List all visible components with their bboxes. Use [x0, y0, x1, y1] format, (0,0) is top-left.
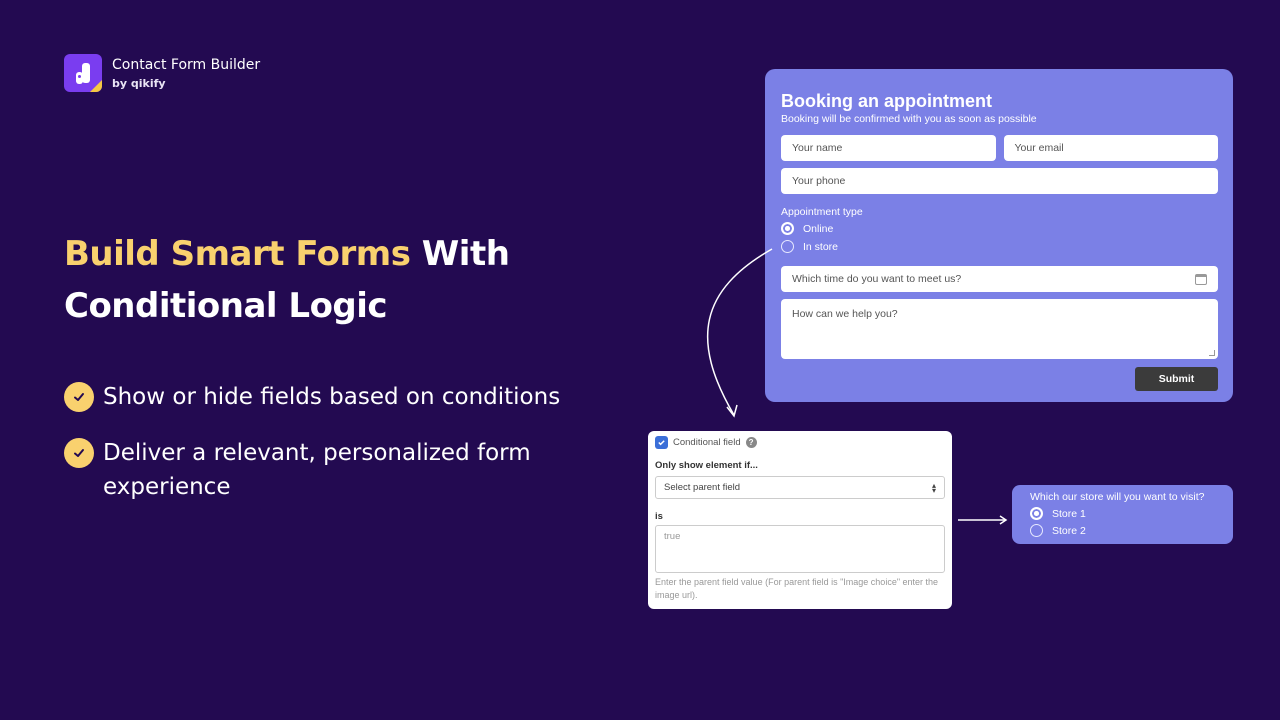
calendar-icon[interactable]	[1195, 273, 1207, 285]
booking-form: Booking an appointment Booking will be c…	[765, 69, 1233, 402]
form-subtitle: Booking will be confirmed with you as so…	[781, 113, 1037, 125]
curved-arrow-icon	[706, 248, 773, 416]
name-input[interactable]: Your name	[781, 135, 996, 161]
radio-unselected-icon[interactable]	[1030, 524, 1043, 537]
radio-store-1[interactable]: Store 1	[1030, 506, 1215, 521]
feature-item: Deliver a relevant, personalized form ex…	[64, 436, 584, 504]
radio-store-2[interactable]: Store 2	[1030, 523, 1215, 538]
headline-accent: Build Smart Forms	[64, 234, 411, 274]
radio-online[interactable]: Online	[781, 221, 1218, 236]
select-updown-icon: ▴ ▾	[931, 480, 936, 495]
phone-input[interactable]: Your phone	[781, 168, 1218, 194]
radio-label: Store 1	[1052, 507, 1086, 520]
radio-label: Online	[803, 222, 834, 235]
message-placeholder: How can we help you?	[792, 308, 898, 320]
brand-name: Contact Form Builder	[112, 56, 261, 73]
brand: Contact Form Builder by qikify	[64, 54, 260, 92]
radio-selected-icon[interactable]	[1030, 507, 1043, 520]
feature-text: Show or hide fields based on conditions	[103, 384, 561, 410]
radio-label: Store 2	[1052, 524, 1086, 537]
radio-selected-icon[interactable]	[781, 222, 794, 235]
arrowhead-icon	[999, 515, 1008, 525]
help-text: Enter the parent field value (For parent…	[655, 577, 939, 600]
headline-rest: With	[410, 234, 510, 274]
conditional-field-label: Conditional field	[673, 437, 741, 448]
parent-field-select[interactable]: Select parent field ▴ ▾	[655, 476, 945, 499]
resize-handle-icon[interactable]	[1209, 350, 1215, 356]
headline-line2: Conditional Logic	[64, 286, 388, 326]
select-value: Select parent field	[664, 482, 741, 493]
condition-label: Only show element if...	[655, 460, 758, 471]
radio-in-store[interactable]: In store	[781, 239, 1218, 254]
arrowhead-icon	[726, 404, 738, 418]
radio-label: In store	[803, 240, 839, 253]
help-icon[interactable]: ?	[745, 437, 757, 448]
feature-item: Show or hide fields based on conditions	[64, 380, 584, 414]
time-input[interactable]: Which time do you want to meet us?	[781, 266, 1218, 292]
headline: Build Smart Forms With Conditional Logic	[64, 228, 510, 332]
conditional-field-checkbox[interactable]	[655, 436, 668, 449]
store-question-popup: Which our store will you want to visit? …	[1012, 485, 1233, 544]
form-title: Booking an appointment	[781, 91, 992, 111]
is-label: is	[655, 511, 663, 522]
time-placeholder: Which time do you want to meet us?	[792, 273, 962, 285]
radio-unselected-icon[interactable]	[781, 240, 794, 253]
brand-byline: by qikify	[112, 76, 166, 90]
appointment-type-label: Appointment type	[781, 206, 863, 218]
feature-text: Deliver a relevant, personalized form ex…	[103, 440, 531, 500]
qikify-logo-icon	[64, 54, 102, 92]
conditional-settings-panel: Conditional field ? Only show element if…	[648, 431, 952, 609]
store-question: Which our store will you want to visit?	[1030, 491, 1205, 503]
message-textarea[interactable]: How can we help you?	[781, 299, 1218, 359]
email-input[interactable]: Your email	[1003, 135, 1218, 161]
check-circle-icon	[64, 382, 94, 412]
submit-button[interactable]: Submit	[1135, 367, 1218, 391]
parent-value-input[interactable]: true	[655, 525, 945, 573]
check-circle-icon	[64, 438, 94, 468]
feature-list: Show or hide fields based on conditions …	[64, 380, 584, 526]
